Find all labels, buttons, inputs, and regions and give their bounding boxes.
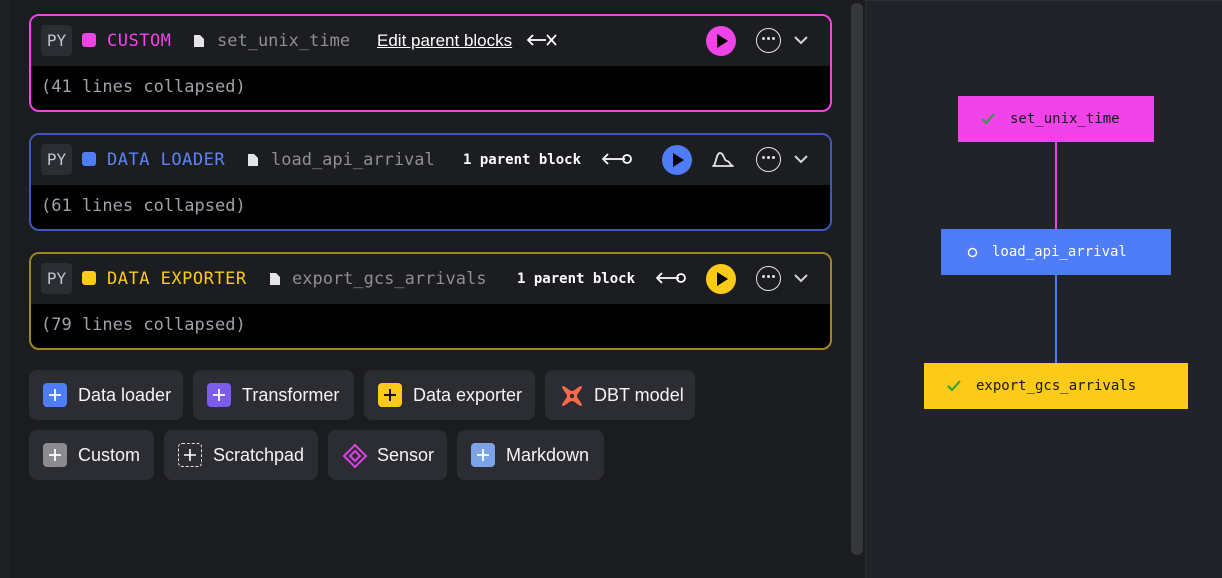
add-dbt-model-button[interactable]: DBT model [545, 370, 695, 420]
play-icon [717, 34, 728, 48]
block-type-label: CUSTOM [107, 31, 172, 51]
add-transformer-button[interactable]: Transformer [193, 370, 354, 420]
block-header: PY DATA EXPORTER export_gcs_arrivals 1 p… [31, 254, 830, 304]
add-button-label: Sensor [377, 444, 435, 465]
check-icon [946, 379, 962, 393]
plus-icon [43, 383, 67, 407]
run-block-button[interactable] [706, 26, 736, 56]
language-badge: PY [41, 25, 72, 56]
block-color-square [82, 271, 96, 285]
add-data-exporter-button[interactable]: Data exporter [364, 370, 535, 420]
file-icon [248, 154, 258, 166]
add-button-label: Transformer [242, 384, 340, 405]
parent-connection-icon[interactable] [655, 270, 687, 286]
add-scratchpad-button[interactable]: Scratchpad [164, 430, 318, 480]
dbt-icon [559, 383, 583, 407]
block-type-label: DATA EXPORTER [107, 269, 247, 289]
graph-node-set-unix-time[interactable]: set_unix_time [958, 96, 1154, 142]
add-data-loader-button[interactable]: Data loader [29, 370, 183, 420]
graph-node-load-api-arrival[interactable]: load_api_arrival [941, 229, 1171, 275]
plus-icon [378, 383, 402, 407]
parent-connection-icon[interactable] [601, 151, 633, 167]
graph-node-label: export_gcs_arrivals [976, 378, 1137, 394]
disconnect-icon[interactable] [526, 32, 558, 48]
run-block-button[interactable] [662, 145, 692, 175]
graph-edge [1055, 141, 1057, 230]
more-icon[interactable] [756, 147, 781, 172]
plus-outline-icon [178, 443, 202, 467]
block-header: PY CUSTOM set_unix_time Edit parent bloc… [31, 16, 830, 66]
block-type-label: DATA LOADER [107, 150, 226, 170]
sensor-icon [342, 443, 368, 469]
chevron-down-icon[interactable] [793, 151, 809, 167]
circle-icon [967, 247, 978, 258]
add-button-label: DBT model [594, 384, 684, 405]
plus-icon [43, 443, 67, 467]
more-icon[interactable] [756, 266, 781, 291]
edit-parent-blocks-link[interactable]: Edit parent blocks [377, 31, 512, 51]
file-icon [270, 273, 280, 285]
chevron-down-icon[interactable] [793, 270, 809, 286]
run-block-button[interactable] [706, 264, 736, 294]
block-header: PY DATA LOADER load_api_arrival 1 parent… [31, 135, 830, 185]
plus-icon [207, 383, 231, 407]
language-badge: PY [41, 144, 72, 175]
play-icon [717, 272, 728, 286]
block-load-api-arrival: PY DATA LOADER load_api_arrival 1 parent… [29, 133, 832, 231]
parent-blocks-label[interactable]: 1 parent block [463, 152, 581, 168]
collapsed-code-text[interactable]: (41 lines collapsed) [31, 66, 830, 110]
check-icon [980, 112, 996, 126]
block-export-gcs-arrivals: PY DATA EXPORTER export_gcs_arrivals 1 p… [29, 252, 832, 350]
graph-node-export-gcs-arrivals[interactable]: export_gcs_arrivals [924, 363, 1188, 409]
block-set-unix-time: PY CUSTOM set_unix_time Edit parent bloc… [29, 14, 832, 112]
block-color-square [82, 33, 96, 47]
add-button-label: Data loader [78, 384, 172, 405]
collapsed-code-text[interactable]: (61 lines collapsed) [31, 185, 830, 229]
block-file-name[interactable]: export_gcs_arrivals [292, 269, 486, 289]
add-sensor-button[interactable]: Sensor [328, 430, 447, 480]
chevron-down-icon[interactable] [793, 32, 809, 48]
left-edge [0, 0, 10, 578]
dependency-graph-panel: set_unix_time load_api_arrival export_gc… [866, 0, 1222, 578]
block-file-name[interactable]: load_api_arrival [271, 150, 435, 170]
add-button-label: Scratchpad [213, 444, 305, 465]
chart-icon[interactable] [711, 149, 735, 169]
play-icon [673, 153, 684, 167]
parent-blocks-label[interactable]: 1 parent block [517, 271, 635, 287]
add-markdown-button[interactable]: Markdown [457, 430, 604, 480]
add-button-label: Data exporter [413, 384, 523, 405]
add-button-label: Markdown [506, 444, 590, 465]
add-custom-button[interactable]: Custom [29, 430, 154, 480]
graph-node-label: set_unix_time [1010, 111, 1120, 127]
graph-edge [1055, 274, 1057, 363]
block-color-square [82, 152, 96, 166]
file-icon [194, 35, 204, 47]
collapsed-code-text[interactable]: (79 lines collapsed) [31, 304, 830, 348]
editor-scrollbar[interactable] [851, 3, 863, 555]
add-button-label: Custom [78, 444, 141, 465]
block-file-name[interactable]: set_unix_time [217, 31, 350, 51]
graph-node-label: load_api_arrival [992, 244, 1127, 260]
plus-icon [471, 443, 495, 467]
pipeline-editor: PY CUSTOM set_unix_time Edit parent bloc… [0, 0, 850, 578]
language-badge: PY [41, 263, 72, 294]
more-icon[interactable] [756, 28, 781, 53]
